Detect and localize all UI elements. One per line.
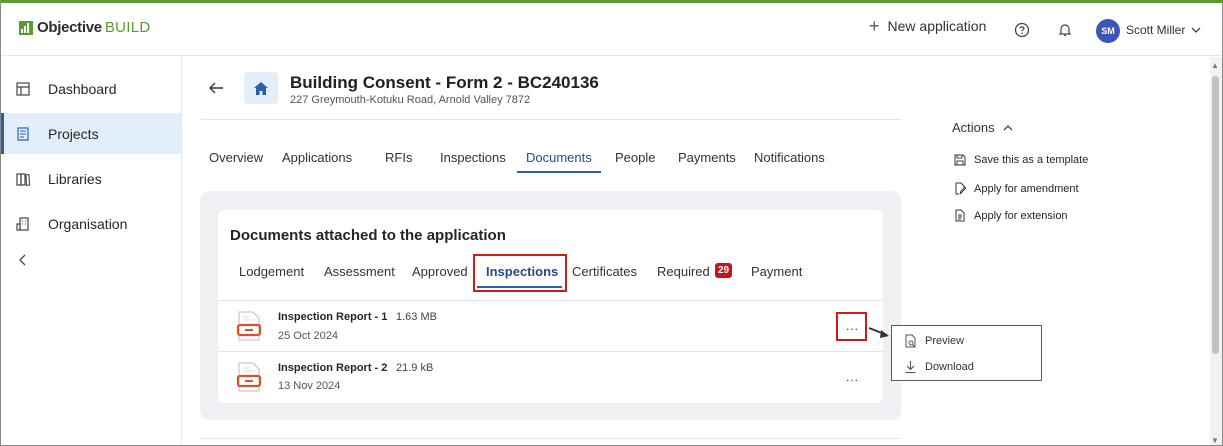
highlight-inspections-tab bbox=[473, 254, 567, 292]
document-name[interactable]: Inspection Report - 1 bbox=[278, 311, 387, 323]
divider bbox=[201, 438, 901, 439]
organisation-icon bbox=[16, 216, 29, 231]
user-menu[interactable]: Scott Miller bbox=[1126, 23, 1201, 37]
logo-icon bbox=[19, 20, 33, 35]
action-label: Save this as a template bbox=[974, 154, 1089, 166]
dashboard-icon bbox=[16, 81, 30, 96]
sidebar: Dashboard Projects Libraries Organisatio… bbox=[1, 56, 182, 445]
app-window: Objective BUILD + New application SM Sco… bbox=[0, 0, 1223, 446]
brand-name: Objective bbox=[37, 19, 102, 36]
menu-item-download[interactable]: Download bbox=[904, 360, 974, 374]
tab-overview[interactable]: Overview bbox=[209, 150, 263, 165]
chevron-down-icon bbox=[1191, 27, 1201, 33]
scroll-down-icon[interactable]: ▼ bbox=[1211, 436, 1219, 445]
tab-payments[interactable]: Payments bbox=[678, 150, 736, 165]
chevron-left-icon[interactable] bbox=[17, 254, 29, 266]
user-name: Scott Miller bbox=[1126, 23, 1186, 37]
preview-icon bbox=[905, 334, 916, 348]
subtab-approved[interactable]: Approved bbox=[412, 264, 468, 279]
home-icon bbox=[254, 81, 268, 95]
tab-documents[interactable]: Documents bbox=[526, 150, 592, 165]
required-count-badge: 29 bbox=[715, 263, 732, 278]
document-name[interactable]: Inspection Report - 2 bbox=[278, 362, 387, 374]
menu-item-label: Preview bbox=[925, 335, 965, 347]
documents-title: Documents attached to the application bbox=[230, 227, 506, 244]
edit-document-icon bbox=[955, 182, 966, 195]
pdf-file-icon bbox=[236, 311, 262, 341]
subtab-lodgement[interactable]: Lodgement bbox=[239, 264, 304, 279]
help-icon[interactable] bbox=[1013, 21, 1031, 39]
context-menu: Preview Download bbox=[891, 325, 1042, 381]
actions-toggle[interactable]: Actions bbox=[952, 120, 1013, 135]
document-size: 1.63 MB bbox=[396, 311, 437, 323]
plus-icon: + bbox=[869, 16, 880, 36]
tab-rfis[interactable]: RFIs bbox=[385, 150, 412, 165]
subtab-certificates[interactable]: Certificates bbox=[572, 264, 637, 279]
document-date: 13 Nov 2024 bbox=[278, 380, 341, 392]
scroll-up-icon[interactable]: ▲ bbox=[1211, 61, 1219, 70]
sidebar-item-label: Libraries bbox=[48, 170, 102, 187]
sidebar-item-organisation[interactable]: Organisation bbox=[1, 203, 181, 244]
action-save-template[interactable]: Save this as a template bbox=[954, 154, 1088, 166]
subtab-payment[interactable]: Payment bbox=[751, 264, 802, 279]
action-label: Apply for amendment bbox=[974, 182, 1079, 195]
sidebar-item-projects[interactable]: Projects bbox=[1, 113, 181, 154]
active-tab-indicator bbox=[517, 171, 601, 173]
sidebar-item-label: Dashboard bbox=[48, 80, 117, 97]
sidebar-item-label: Organisation bbox=[48, 215, 128, 232]
new-application-label: New application bbox=[887, 18, 987, 34]
action-apply-extension[interactable]: Apply for extension bbox=[954, 209, 1068, 222]
bell-icon[interactable] bbox=[1056, 21, 1074, 39]
top-bar: Objective BUILD + New application SM Sco… bbox=[1, 3, 1222, 56]
tab-people[interactable]: People bbox=[615, 150, 655, 165]
divider bbox=[218, 351, 883, 352]
subtab-assessment[interactable]: Assessment bbox=[324, 264, 395, 279]
subtab-required[interactable]: Required bbox=[657, 264, 710, 279]
tab-inspections[interactable]: Inspections bbox=[440, 150, 506, 165]
sidebar-item-dashboard[interactable]: Dashboard bbox=[1, 68, 181, 109]
more-options-button[interactable]: ... bbox=[846, 370, 859, 384]
document-date: 25 Oct 2024 bbox=[278, 330, 338, 342]
back-arrow-icon[interactable] bbox=[208, 81, 224, 95]
actions-title: Actions bbox=[952, 120, 995, 135]
libraries-icon bbox=[16, 172, 31, 186]
document-icon bbox=[955, 209, 965, 222]
new-application-button[interactable]: + New application bbox=[869, 16, 987, 36]
tab-notifications[interactable]: Notifications bbox=[754, 150, 825, 165]
avatar[interactable]: SM bbox=[1096, 19, 1120, 43]
menu-item-label: Download bbox=[925, 361, 974, 373]
page-title: Building Consent - Form 2 - BC240136 bbox=[290, 73, 599, 92]
scrollbar-thumb[interactable] bbox=[1212, 76, 1219, 354]
project-address: 227 Greymouth-Kotuku Road, Arnold Valley… bbox=[290, 94, 531, 106]
document-size: 21.9 kB bbox=[396, 362, 434, 374]
menu-item-preview[interactable]: Preview bbox=[904, 334, 964, 348]
tab-applications[interactable]: Applications bbox=[282, 150, 352, 165]
brand-logo[interactable]: Objective BUILD bbox=[19, 19, 151, 36]
divider bbox=[201, 119, 901, 120]
download-icon bbox=[905, 361, 916, 374]
save-icon bbox=[954, 154, 966, 166]
highlight-more-button bbox=[836, 312, 867, 341]
pdf-file-icon bbox=[236, 362, 262, 392]
sidebar-item-label: Projects bbox=[48, 125, 99, 142]
action-label: Apply for extension bbox=[974, 209, 1068, 222]
divider bbox=[218, 300, 883, 301]
pointer-arrow-icon bbox=[868, 327, 889, 338]
action-apply-amendment[interactable]: Apply for amendment bbox=[954, 182, 1079, 195]
project-icon-tile bbox=[244, 72, 278, 104]
projects-icon bbox=[17, 126, 29, 141]
sidebar-item-libraries[interactable]: Libraries bbox=[1, 158, 181, 199]
brand-product: BUILD bbox=[104, 19, 151, 36]
chevron-up-icon bbox=[1003, 124, 1013, 130]
